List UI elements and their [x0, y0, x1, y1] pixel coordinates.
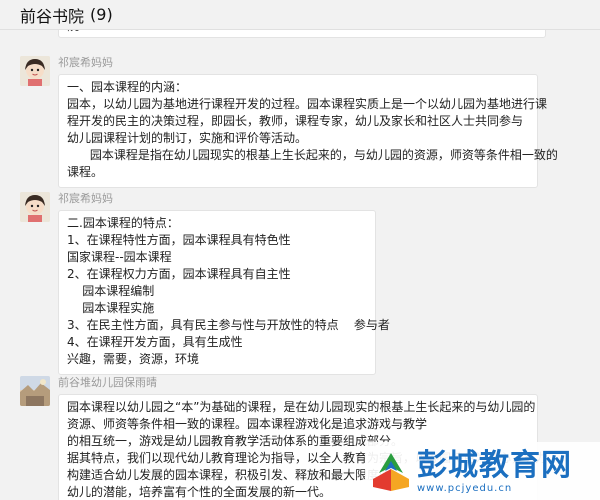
landscape-avatar-icon [20, 376, 50, 406]
child-avatar-icon [20, 56, 50, 86]
watermark-title: 彭城教育网 [417, 447, 572, 483]
message-line: 兴趣，需要，资源，环境 [67, 352, 200, 366]
message-bubble: 一、园本课程的内涵： 园本，以幼儿园为基地进行课程开发的过程。园本课程实质上是一… [58, 74, 558, 188]
book-logo-icon [373, 453, 409, 491]
message-list[interactable]: 院 祁宸希妈妈 一、园本课程的内涵： 园本，以幼儿园为基地进行课程开发的过程。园… [0, 30, 600, 500]
message-line: 园本，以幼儿园为基地进行课程开发的过程。园本课程实质上是一个以幼儿园为基地进行课 [67, 97, 548, 111]
message-line: 二.园本课程的特点： [67, 216, 179, 230]
member-count: (9) [90, 5, 113, 24]
message-line: 4、在课程开发方面，具有生成性 [67, 335, 243, 349]
message-line: 1、在课程特性方面，园本课程具有特色性 [67, 233, 291, 247]
message-line: 课程。 [67, 165, 104, 179]
chat-title: 前谷书院 [20, 6, 85, 26]
message-line: 园本课程以幼儿园之“本”为基础的课程，是在幼儿园现实的根基上生长起来的与幼儿园的 [67, 400, 536, 414]
sender-name: 祁宸希妈妈 [58, 192, 113, 205]
message-line: 幼儿园课程计划的制订，实施和评价等活动。 [67, 131, 308, 145]
message-bubble: 二.园本课程的特点： 1、在课程特性方面，园本课程具有特色性 国家课程--园本课… [58, 210, 390, 375]
sender-name: 前谷堆幼儿园保雨晴 [58, 376, 157, 389]
message-line: 国家课程--园本课程 [67, 250, 172, 264]
message-line: 园本课程实施 [67, 301, 155, 315]
avatar[interactable] [20, 192, 50, 222]
site-watermark: 彭城教育网 www.pcjyedu.cn [365, 442, 600, 500]
message-line: 资源、师资等条件相一致的课程。园本课程游戏化是追求游戏与教学 [67, 417, 428, 431]
watermark-url: www.pcjyedu.cn [417, 482, 513, 494]
message-line: 一、园本课程的内涵： [67, 80, 188, 94]
message-text: 院 [67, 30, 79, 33]
avatar[interactable] [20, 376, 50, 406]
message-line: 3、在民主性方面，具有民主参与性与开放性的特点 参与者 [67, 318, 390, 332]
message-line: 园本课程编制 [67, 284, 155, 298]
message-line: 2、在课程权力方面，园本课程具有自主性 [67, 267, 291, 281]
avatar[interactable] [20, 56, 50, 86]
message-bubble-partial: 院 [58, 30, 546, 38]
chat-header: 前谷书院 (9) [0, 0, 600, 30]
sender-name: 祁宸希妈妈 [58, 56, 113, 69]
child-avatar-icon [20, 192, 50, 222]
message-line: 园本课程是指在幼儿园现实的根基上生长起来的，与幼儿园的资源，师资等条件相一致的 [67, 148, 558, 162]
message-line: 程开发的民主的决策过程，即园长，教师，课程专家，幼儿及家长和社区人士共同参与 [67, 114, 524, 128]
